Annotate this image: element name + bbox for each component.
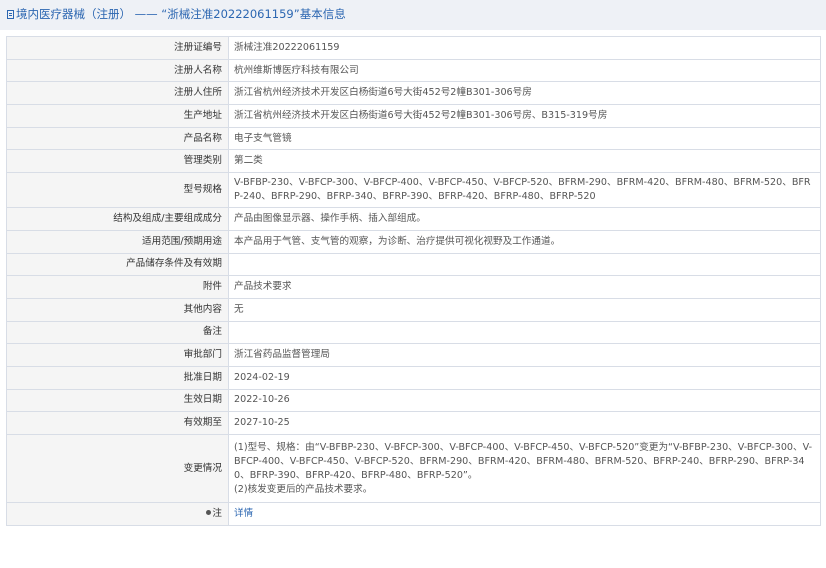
field-label: 生产地址 xyxy=(6,104,229,128)
field-label: 管理类别 xyxy=(6,149,229,174)
field-label: 有效期至 xyxy=(6,411,229,435)
field-value: 电子支气管镜 xyxy=(228,126,821,151)
field-value: 第二类 xyxy=(228,149,821,174)
change-details: (1)型号、规格：由“V-BFBP-230、V-BFCP-300、V-BFCP-… xyxy=(228,434,821,503)
field-value: V-BFBP-230、V-BFCP-300、V-BFCP-400、V-BFCP-… xyxy=(228,172,821,209)
table-row: 审批部门 浙江省药品监督管理局 xyxy=(6,343,821,367)
info-table: 注册证编号 浙械注准20222061159 注册人名称 杭州维斯博医疗科技有限公司 … xyxy=(6,36,821,526)
field-label: 注册证编号 xyxy=(6,36,229,60)
field-value: 2022-10-26 xyxy=(228,388,821,413)
field-label: 审批部门 xyxy=(6,343,229,367)
change-item: (2)核发变更后的产品技术要求。 xyxy=(234,483,373,495)
field-value: 浙械注准20222061159 xyxy=(228,36,821,60)
field-label: 变更情况 xyxy=(6,434,229,503)
table-row: 管理类别 第二类 xyxy=(6,149,821,174)
table-row: 产品储存条件及有效期 xyxy=(6,252,821,277)
page-title: 境内医疗器械（注册） —— “浙械注准20222061159”基本信息 xyxy=(16,7,346,21)
field-value: 浙江省杭州经济技术开发区白杨街道6号大街452号2幢B301-306号房、B31… xyxy=(228,104,821,128)
table-row: 附件 产品技术要求 xyxy=(6,275,821,299)
table-row: 生产地址 浙江省杭州经济技术开发区白杨街道6号大街452号2幢B301-306号房… xyxy=(6,104,821,128)
table-row: 产品名称 电子支气管镜 xyxy=(6,126,821,151)
table-row: 生效日期 2022-10-26 xyxy=(6,388,821,413)
field-value: 产品由图像显示器、操作手柄、插入部组成。 xyxy=(228,207,821,231)
table-row: 有效期至 2027-10-25 xyxy=(6,411,821,435)
field-value: 浙江省杭州经济技术开发区白杨街道6号大街452号2幢B301-306号房 xyxy=(228,81,821,106)
field-label: 结构及组成/主要组成成分 xyxy=(6,207,229,231)
table-row: 注册人名称 杭州维斯博医疗科技有限公司 xyxy=(6,58,821,83)
change-item: (1)型号、规格：由“V-BFBP-230、V-BFCP-300、V-BFCP-… xyxy=(234,441,813,481)
pin-icon xyxy=(206,509,212,515)
field-value: 产品技术要求 xyxy=(228,275,821,299)
field-label: 适用范围/预期用途 xyxy=(6,229,229,254)
field-value: 详情 xyxy=(228,502,821,526)
details-link[interactable]: 详情 xyxy=(234,508,253,519)
field-label: 备注 xyxy=(6,320,229,345)
field-label: 生效日期 xyxy=(6,388,229,413)
field-value: 2024-02-19 xyxy=(228,365,821,390)
table-row: 注 详情 xyxy=(6,502,821,526)
table-row: 适用范围/预期用途 本产品用于气管、支气管的观察，为诊断、治疗提供可视化视野及工作… xyxy=(6,229,821,254)
field-label: 产品名称 xyxy=(6,126,229,151)
note-label-cell: 注 xyxy=(6,502,229,526)
table-row: 批准日期 2024-02-19 xyxy=(6,365,821,390)
field-label: 注册人名称 xyxy=(6,58,229,83)
table-row: 其他内容无 xyxy=(6,297,821,322)
field-label: 其他内容 xyxy=(6,297,229,322)
table-row: 注册人住所 浙江省杭州经济技术开发区白杨街道6号大街452号2幢B301-306号… xyxy=(6,81,821,106)
table-row: 结构及组成/主要组成成分 产品由图像显示器、操作手柄、插入部组成。 xyxy=(6,207,821,231)
field-label: 附件 xyxy=(6,275,229,299)
field-label: 型号规格 xyxy=(6,172,229,209)
field-label: 批准日期 xyxy=(6,365,229,390)
field-label: 注册人住所 xyxy=(6,81,229,106)
field-label: 注 xyxy=(212,507,222,519)
field-value xyxy=(228,252,821,277)
table-row: 注册证编号 浙械注准20222061159 xyxy=(6,36,821,60)
field-value: 本产品用于气管、支气管的观察，为诊断、治疗提供可视化视野及工作通道。 xyxy=(228,229,821,254)
table-row: 备注 xyxy=(6,320,821,345)
page-header: 境内医疗器械（注册） —— “浙械注准20222061159”基本信息 xyxy=(0,0,826,30)
field-value: 浙江省药品监督管理局 xyxy=(228,343,821,367)
field-label: 产品储存条件及有效期 xyxy=(6,252,229,277)
field-value: 2027-10-25 xyxy=(228,411,821,435)
field-value xyxy=(228,320,821,345)
field-value: 杭州维斯博医疗科技有限公司 xyxy=(228,58,821,83)
document-icon xyxy=(7,10,14,19)
table-row: 型号规格 V-BFBP-230、V-BFCP-300、V-BFCP-400、V-B… xyxy=(6,172,821,209)
table-row: 变更情况 (1)型号、规格：由“V-BFBP-230、V-BFCP-300、V-… xyxy=(6,434,821,503)
field-value: 无 xyxy=(228,297,821,322)
